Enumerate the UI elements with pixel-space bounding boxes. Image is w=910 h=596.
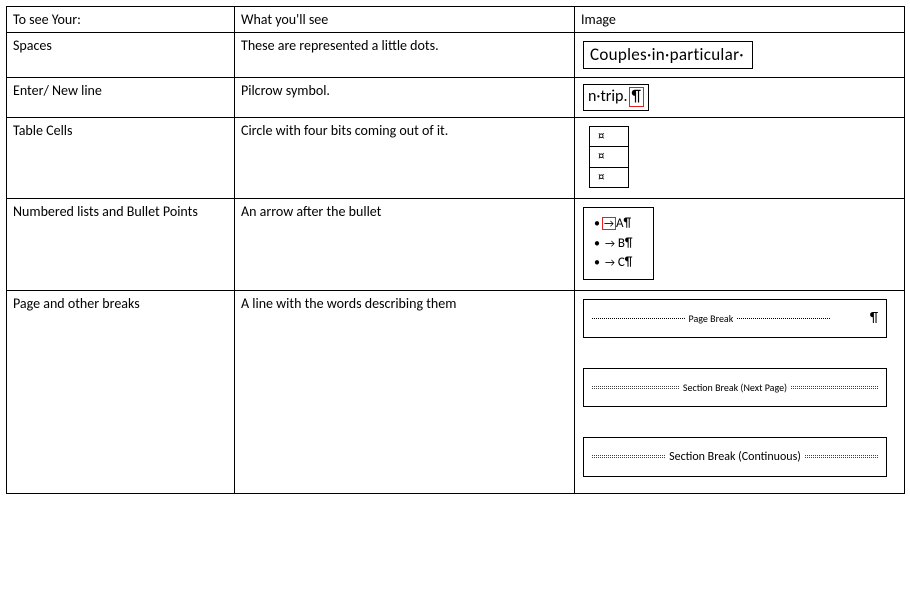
row-bullets-desc: An arrow after the bullet — [235, 199, 575, 291]
breaks-wrapper: Page Break ¶ Section Break (Next Page) — [581, 295, 898, 489]
pilcrow-mark-highlight: ¶ — [629, 87, 644, 107]
bullet-arrow-icon: → — [605, 256, 615, 269]
section-break-cont-label: Section Break (Continuous) — [665, 450, 805, 464]
table-cell-mark: ¤ — [590, 147, 628, 168]
bullet-dot-icon: • — [594, 217, 600, 231]
bullet-arrow-highlight: → — [602, 217, 616, 230]
page-break-label: Page Break — [685, 312, 738, 325]
row-tablecells-name: Table Cells — [7, 117, 235, 199]
break-rule — [592, 386, 679, 389]
header-col1: To see Your: — [7, 7, 235, 33]
break-rule — [791, 386, 878, 389]
section-break-next-sample: Section Break (Next Page) — [583, 368, 887, 407]
bullets-sample-box: •→A¶ • → B¶ • → C¶ — [583, 207, 654, 280]
section-break-next-line: Section Break (Next Page) — [592, 381, 878, 394]
table-cell-mark: ¤ — [590, 127, 628, 148]
bullet-dot-icon: • — [594, 237, 600, 251]
table-row: Enter/ New line Pilcrow symbol. n·trip.¶ — [7, 78, 905, 118]
table-header-row: To see Your: What you'll see Image — [7, 7, 905, 33]
pilcrow-sample-box: n·trip.¶ — [583, 84, 649, 111]
row-spaces-desc: These are represented a little dots. — [235, 33, 575, 78]
bullet-text-a: A¶ — [616, 216, 631, 231]
section-break-cont-sample: Section Break (Continuous) — [583, 437, 887, 477]
row-enter-image: n·trip.¶ — [575, 78, 905, 118]
bullet-line-b: • → B¶ — [594, 234, 633, 254]
bullet-text-b: B¶ — [618, 236, 633, 251]
page-break-sample: Page Break ¶ — [583, 299, 887, 338]
header-col3: Image — [575, 7, 905, 33]
row-spaces-name: Spaces — [7, 33, 235, 78]
bullet-arrow-icon: → — [605, 237, 615, 250]
break-rule — [805, 455, 878, 458]
row-enter-desc: Pilcrow symbol. — [235, 78, 575, 118]
spaces-sample-box: Couples·in·particular· — [583, 41, 753, 69]
row-enter-name: Enter/ New line — [7, 78, 235, 118]
header-col2: What you'll see — [235, 7, 575, 33]
formatting-marks-table: To see Your: What you'll see Image Space… — [6, 6, 905, 494]
row-breaks-name: Page and other breaks — [7, 290, 235, 493]
bullet-line-a: •→A¶ — [594, 214, 633, 234]
bullet-text-c: C¶ — [618, 255, 633, 270]
row-tablecells-image: ¤ ¤ ¤ — [575, 117, 905, 199]
row-tablecells-desc: Circle with four bits coming out of it. — [235, 117, 575, 199]
break-rule — [592, 455, 665, 458]
table-cell-sample-box: ¤ ¤ ¤ — [589, 126, 629, 189]
bullet-line-c: • → C¶ — [594, 253, 633, 273]
row-spaces-image: Couples·in·particular· — [575, 33, 905, 78]
break-rule — [737, 318, 830, 319]
table-row: Table Cells Circle with four bits coming… — [7, 117, 905, 199]
row-breaks-image: Page Break ¶ Section Break (Next Page) — [575, 290, 905, 493]
table-row: Spaces These are represented a little do… — [7, 33, 905, 78]
row-bullets-name: Numbered lists and Bullet Points — [7, 199, 235, 291]
table-cell-mark: ¤ — [590, 168, 628, 188]
row-breaks-desc: A line with the words describing them — [235, 290, 575, 493]
table-row: Numbered lists and Bullet Points An arro… — [7, 199, 905, 291]
page-break-line: Page Break ¶ — [592, 312, 878, 325]
break-rule — [592, 318, 685, 319]
bullet-dot-icon: • — [594, 256, 600, 270]
table-row: Page and other breaks A line with the wo… — [7, 290, 905, 493]
section-break-cont-line: Section Break (Continuous) — [592, 450, 878, 464]
pilcrow-pre-text: n·trip. — [588, 87, 628, 106]
section-break-next-label: Section Break (Next Page) — [679, 381, 791, 394]
row-bullets-image: •→A¶ • → B¶ • → C¶ — [575, 199, 905, 291]
